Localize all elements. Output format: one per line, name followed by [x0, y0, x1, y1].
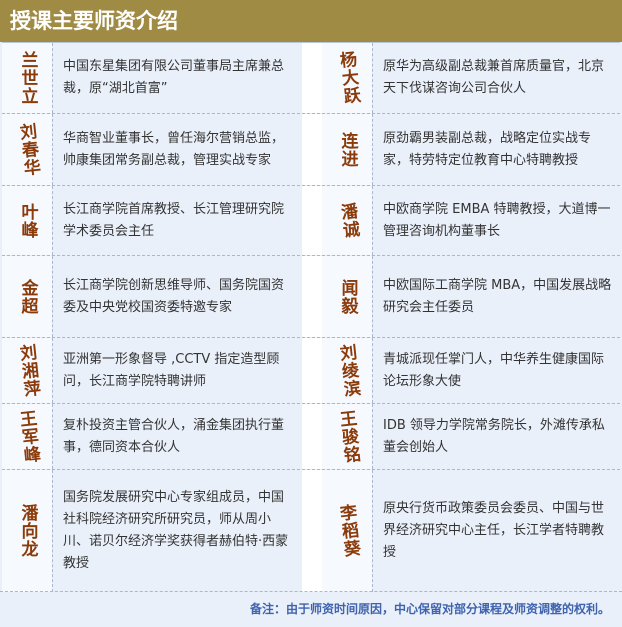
faculty-description: 国务院发展研究中心专家组成员，中国社科院经济研究所研究员，师从周小川、诺贝尔经济…: [63, 490, 289, 571]
faculty-row: 潘向龙 国务院发展研究中心专家组成员，中国社科院经济研究所研究员，师从周小川、诺…: [2, 470, 620, 592]
faculty-name: 闻毅: [337, 278, 358, 315]
faculty-row: 刘湘萍 亚洲第一形象督导 ,CCTV 指定造型顾问，长江商学院特聘讲师 刘绫滨 …: [2, 338, 620, 404]
faculty-name: 潘诚: [335, 201, 360, 240]
faculty-row: 金超 长江商学院创新思维导师、国务院国资委及中央党校国资委特邀专家 闻毅 中欧国…: [2, 256, 620, 338]
faculty-description: 长江商学院首席教授、长江管理研究院学术委员会主任: [63, 201, 285, 239]
faculty-description: 青城派现任掌门人，中华养生健康国际论坛形象大使: [383, 351, 605, 389]
faculty-name: 叶峰: [17, 202, 38, 239]
faculty-description: 华商智业董事长，曾任海尔营销总监，帅康集团常务副总裁，管理实战专家: [63, 130, 285, 168]
faculty-name: 刘绫滨: [334, 342, 361, 399]
faculty-page: 授课主要师资介绍 兰世立 中国东星集团有限公司董事局主席兼总裁，原“湖北首富” …: [0, 0, 622, 627]
faculty-row: 王军峰 复朴投资主管合伙人，涌金集团执行董事，德同资本合伙人 王骏铭 IDB 领…: [2, 404, 620, 470]
faculty-row: 叶峰 长江商学院首席教授、长江管理研究院学术委员会主任 潘诚 中欧商学院 EMB…: [2, 186, 620, 256]
faculty-description: 原劲霸男装副总裁，战略定位实战专家，特劳特定位教育中心特聘教授: [383, 130, 592, 168]
faculty-description: 中国东星集团有限公司董事局主席兼总裁，原“湖北首富”: [63, 59, 285, 96]
faculty-name: 李稻葵: [334, 503, 361, 559]
faculty-description: 原华为高级副总裁兼首席质量官，北京天下伐谋咨询公司合伙人: [383, 59, 605, 96]
faculty-description: 复朴投资主管合伙人，涌金集团执行董事，德同资本合伙人: [63, 417, 285, 455]
faculty-name: 王骏铭: [334, 408, 361, 465]
faculty-description: 中欧商学院 EMBA 特聘教授，大道博一管理咨询机构董事长: [383, 201, 611, 239]
faculty-name: 刘春华: [14, 121, 41, 178]
faculty-description: IDB 领导力学院常务院长，外滩传承私董会创始人: [383, 417, 605, 455]
faculty-name: 连进: [337, 131, 358, 168]
faculty-description: 长江商学院创新思维导师、国务院国资委及中央党校国资委特邀专家: [63, 277, 285, 315]
page-title: 授课主要师资介绍: [0, 0, 622, 42]
faculty-name: 兰世立: [17, 51, 38, 105]
faculty-name: 潘向龙: [17, 504, 38, 558]
faculty-name: 金超: [17, 278, 38, 315]
faculty-name: 王军峰: [14, 408, 41, 465]
faculty-description: 中欧国际工商学院 MBA，中国发展战略研究会主任委员: [383, 277, 612, 315]
faculty-row: 兰世立 中国东星集团有限公司董事局主席兼总裁，原“湖北首富” 杨大跃 原华为高级…: [2, 43, 620, 114]
footer-note: 备注：由于师资时间原因，中心保留对部分课程及师资调整的权利。: [0, 591, 622, 627]
faculty-grid: 兰世立 中国东星集团有限公司董事局主席兼总裁，原“湖北首富” 杨大跃 原华为高级…: [2, 42, 620, 592]
faculty-row: 刘春华 华商智业董事长，曾任海尔营销总监，帅康集团常务副总裁，管理实战专家 连进…: [2, 114, 620, 186]
faculty-name: 杨大跃: [334, 50, 361, 106]
faculty-description: 原央行货币政策委员会委员、中国与世界经济研究中心主任，长江学者特聘教授: [383, 501, 605, 560]
faculty-name: 刘湘萍: [14, 342, 41, 399]
faculty-description: 亚洲第一形象督导 ,CCTV 指定造型顾问，长江商学院特聘讲师: [63, 351, 280, 389]
